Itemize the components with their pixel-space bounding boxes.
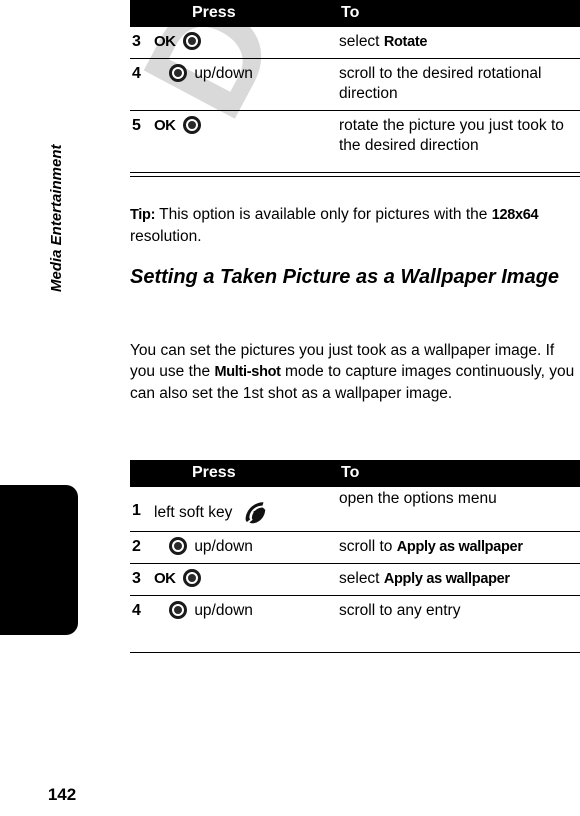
header-cell-number <box>130 0 154 27</box>
tip-text-after: resolution. <box>130 228 202 245</box>
step-to: select Rotate <box>339 27 580 59</box>
nav-wheel-icon <box>169 537 187 555</box>
ok-label: OK <box>154 117 176 134</box>
sidebar-chapter-label: Media Entertainment <box>48 144 65 292</box>
step-to: select Apply as wallpaper <box>339 563 580 596</box>
step-to: scroll to the desired rotational directi… <box>339 58 580 111</box>
step-to-text: scroll to <box>339 538 397 555</box>
step-number: 5 <box>130 110 154 162</box>
step-number: 4 <box>130 58 154 111</box>
step-press: up/down <box>154 58 339 111</box>
step-number: 2 <box>130 531 154 564</box>
press-direction-label: up/down <box>194 538 253 555</box>
table-row: 4 up/down scroll to any entry <box>130 595 580 627</box>
table-row: 5 OK rotate the picture you just took to… <box>130 110 580 162</box>
header-label-to: To <box>341 4 360 21</box>
nav-wheel-icon <box>169 64 187 82</box>
step-to-bold: Rotate <box>383 34 428 50</box>
nav-wheel-icon <box>169 601 187 619</box>
step-press: up/down <box>154 531 339 564</box>
ok-label: OK <box>154 570 176 587</box>
table-row: 3 OK select Apply as wallpaper <box>130 563 580 596</box>
step-to: scroll to Apply as wallpaper <box>339 531 580 564</box>
nav-wheel-icon <box>182 569 201 587</box>
page-content: Media Entertainment 142 Press To 3 OK se… <box>0 0 580 816</box>
header-label-to: To <box>341 464 360 481</box>
header-cell-number <box>130 460 154 487</box>
step-press: OK <box>154 563 339 596</box>
sidebar: Media Entertainment <box>0 0 112 816</box>
step-to-bold: Apply as wallpaper <box>396 539 523 555</box>
table-two-bottom-rule <box>130 652 580 653</box>
table-header-row: Press To <box>130 460 580 487</box>
soft-key-label: left soft key <box>154 504 233 521</box>
steps-table-rotate: Press To 3 OK select Rotate 4 up/down sc… <box>130 0 580 162</box>
step-to: scroll to any entry <box>339 595 580 627</box>
press-direction-label: up/down <box>194 602 253 619</box>
ok-label: OK <box>154 33 176 50</box>
nav-wheel-icon <box>182 116 201 134</box>
soft-key-icon <box>241 499 267 525</box>
step-to-text: select <box>339 570 384 587</box>
step-press: up/down <box>154 595 339 627</box>
header-cell-press: Press <box>154 460 339 487</box>
section-paragraph: You can set the pictures you just took a… <box>130 340 580 404</box>
tip-resolution-value: 128x64 <box>491 207 539 223</box>
step-press: OK <box>154 27 339 59</box>
tip-text-before: This option is available only for pictur… <box>155 206 492 223</box>
press-direction-label: up/down <box>194 65 253 82</box>
step-to-text: select <box>339 33 384 50</box>
nav-wheel-icon <box>182 32 201 50</box>
tip-paragraph: Tip: This option is available only for p… <box>130 204 580 247</box>
table-row: 3 OK select Rotate <box>130 27 580 59</box>
tip-label: Tip: <box>130 207 156 223</box>
sidebar-chapter-tab <box>0 485 78 635</box>
step-to: rotate the picture you just took to the … <box>339 110 580 162</box>
table-row: 4 up/down scroll to the desired rotation… <box>130 58 580 111</box>
step-to-bold: Apply as wallpaper <box>383 571 510 587</box>
table-header-row: Press To <box>130 0 580 27</box>
step-press: OK <box>154 110 339 162</box>
step-number: 3 <box>130 563 154 596</box>
step-to: open the options menu <box>339 490 497 507</box>
steps-table-wallpaper: Press To 1 left soft key open the option… <box>130 460 580 627</box>
page-number: 142 <box>47 785 77 804</box>
step-number: 3 <box>132 33 141 50</box>
header-cell-to: To <box>339 460 580 487</box>
step-press: left soft key <box>154 487 339 532</box>
step-number: 1 <box>132 502 141 519</box>
page-title: Setting a Taken Picture as a Wallpaper I… <box>130 266 560 288</box>
header-label-press: Press <box>192 464 236 481</box>
table-row: 2 up/down scroll to Apply as wallpaper <box>130 531 580 564</box>
multi-shot-term: Multi-shot <box>214 364 281 380</box>
header-cell-press: Press <box>154 0 339 27</box>
step-number: 4 <box>130 595 154 627</box>
header-label-press: Press <box>192 4 236 21</box>
table-one-bottom-rule <box>130 172 580 177</box>
header-cell-to: To <box>339 0 580 27</box>
table-row: 1 left soft key open the options menu <box>130 487 580 532</box>
